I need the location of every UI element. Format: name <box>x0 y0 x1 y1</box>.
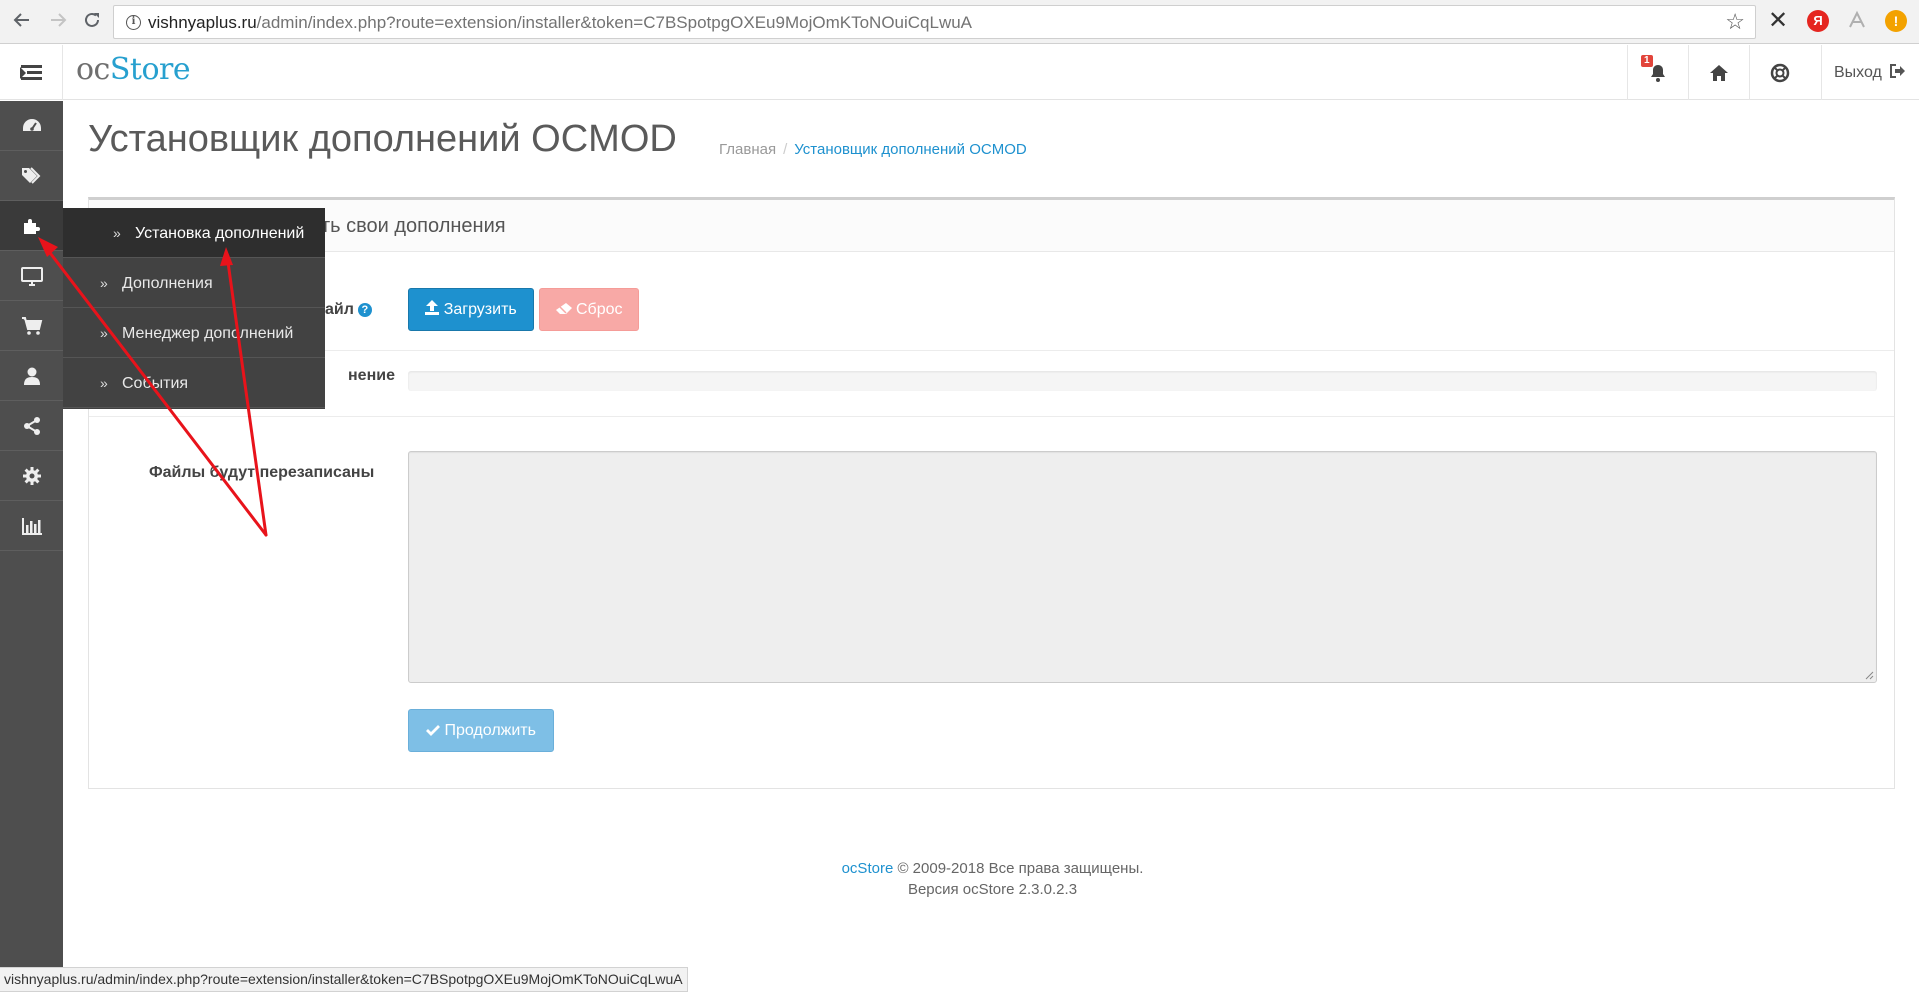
reset-button[interactable]: Сброс <box>539 288 639 331</box>
breadcrumb-separator: / <box>783 141 788 158</box>
back-button[interactable] <box>10 10 34 34</box>
sign-out-icon <box>1890 64 1906 78</box>
reload-icon <box>85 12 99 27</box>
logout-label: Выход <box>1834 64 1882 81</box>
nav-customers[interactable] <box>0 351 63 401</box>
arrow-right-icon <box>51 13 67 27</box>
forward-button[interactable] <box>46 10 70 34</box>
menu-toggle-button[interactable] <box>0 45 63 100</box>
logo[interactable]: ocStore <box>76 52 191 87</box>
reset-button-label: Сброс <box>575 301 623 318</box>
nav-system[interactable] <box>0 451 63 501</box>
indent-icon <box>20 67 26 79</box>
url-text[interactable]: vishnyaplus.ru/admin/index.php?route=ext… <box>148 13 972 33</box>
submenu-item-label: Менеджер дополнений <box>122 325 294 342</box>
logout-button[interactable]: Выход <box>1821 45 1919 100</box>
info-icon[interactable]: i <box>126 15 141 30</box>
dashboard-icon <box>22 118 41 131</box>
resize-grip-icon[interactable] <box>1865 671 1874 680</box>
puzzle-icon <box>23 218 40 234</box>
desktop-icon <box>20 266 43 286</box>
url-host: vishnyaplus.ru <box>148 13 257 32</box>
nav-sales[interactable] <box>0 301 63 351</box>
url-path: /admin/index.php?route=extension/install… <box>256 13 973 32</box>
hamburger-icon-line <box>27 71 42 74</box>
double-chevron-right-icon: » <box>100 275 108 291</box>
tags-icon <box>21 166 40 184</box>
support-button[interactable] <box>1749 45 1810 100</box>
panel-title: ть свои дополнения <box>321 215 506 237</box>
x-extension-icon[interactable]: ✕ <box>1767 9 1789 33</box>
nav-marketing[interactable] <box>0 401 63 451</box>
warning-icon[interactable]: ! <box>1885 10 1907 32</box>
double-chevron-right-icon: » <box>100 325 108 341</box>
extensions-submenu: » Установка дополнений » Дополнения » Менед… <box>63 208 325 409</box>
home-icon <box>1710 65 1728 81</box>
progress-bar <box>408 371 1877 391</box>
nav-dashboard[interactable] <box>0 101 63 151</box>
admin-header: ocStore 1 Выход <box>0 45 1919 100</box>
footer-brand-link[interactable]: ocStore <box>842 860 894 877</box>
user-icon <box>23 367 40 385</box>
panel-heading: ть свои дополнения <box>89 200 1894 252</box>
logo-store: Store <box>109 52 191 87</box>
breadcrumb-current[interactable]: Установщик дополнений OCMOD <box>794 141 1026 158</box>
nav-catalog[interactable] <box>0 151 63 201</box>
upload-label-text: айл <box>325 301 354 318</box>
submenu-item-modifications[interactable]: » Менеджер дополнений <box>63 308 325 358</box>
home-button[interactable] <box>1688 45 1749 100</box>
breadcrumb-home[interactable]: Главная <box>719 141 776 158</box>
gear-icon <box>22 466 41 485</box>
breadcrumb: Главная / Установщик дополнений OCMOD <box>719 141 1027 158</box>
submenu-item-label: События <box>122 375 189 392</box>
submenu-item-extensions[interactable]: » Дополнения <box>63 258 325 308</box>
eraser-icon <box>555 303 572 314</box>
notifications-button[interactable]: 1 <box>1627 45 1688 100</box>
bar-chart-icon <box>21 517 42 535</box>
reload-button[interactable] <box>80 10 104 34</box>
upload-button[interactable]: Загрузить <box>408 288 534 331</box>
row-divider <box>89 416 1894 417</box>
notification-badge: 1 <box>1641 55 1653 67</box>
browser-status-bar: vishnyaplus.ru/admin/index.php?route=ext… <box>0 967 688 992</box>
share-icon <box>23 416 40 435</box>
page-title: Установщик дополнений OCMOD <box>88 118 677 160</box>
upload-label: айл? <box>325 301 372 319</box>
overwrite-label: Файлы будут перезаписаны <box>149 464 375 481</box>
installer-panel: ть свои дополнения айл? Загрузить Сброс … <box>88 197 1895 789</box>
footer-copyright: ocStore © 2009-2018 Все права защищены. <box>0 860 1919 877</box>
pdf-icon[interactable] <box>1846 10 1868 32</box>
bookmark-star-icon[interactable]: ☆ <box>1725 9 1745 35</box>
address-bar[interactable]: i vishnyaplus.ru/admin/index.php?route=e… <box>113 5 1756 39</box>
check-icon <box>426 725 441 736</box>
life-ring-icon <box>1770 63 1790 83</box>
double-chevron-right-icon: » <box>100 375 108 391</box>
yandex-icon[interactable]: Я <box>1807 10 1829 32</box>
submenu-item-label: Дополнения <box>122 275 213 292</box>
upload-button-label: Загрузить <box>443 301 517 318</box>
footer-version: Версия ocStore 2.3.0.2.3 <box>907 881 1078 898</box>
cart-icon <box>21 316 42 335</box>
arrow-left-icon <box>13 13 29 27</box>
logo-oc: oc <box>76 52 110 87</box>
continue-button[interactable]: Продолжить <box>408 709 554 752</box>
progress-label: нение <box>348 367 395 384</box>
left-column <box>0 101 63 967</box>
question-circle-icon[interactable]: ? <box>357 303 372 317</box>
submenu-item-events[interactable]: » События <box>63 358 325 408</box>
double-chevron-right-icon: » <box>113 225 121 241</box>
footer-copyright-text: © 2009-2018 Все права защищены. <box>893 860 1144 877</box>
submenu-item-installer[interactable]: » Установка дополнений <box>63 208 325 258</box>
nav-reports[interactable] <box>0 501 63 551</box>
nav-extensions[interactable] <box>0 201 63 251</box>
row-divider <box>89 350 1894 351</box>
continue-button-label: Продолжить <box>444 722 536 739</box>
submenu-item-label: Установка дополнений <box>135 225 305 242</box>
upload-icon <box>425 300 440 315</box>
overwrite-files-textarea[interactable] <box>408 451 1877 683</box>
nav-design[interactable] <box>0 251 63 301</box>
browser-toolbar: i vishnyaplus.ru/admin/index.php?route=e… <box>0 0 1919 44</box>
